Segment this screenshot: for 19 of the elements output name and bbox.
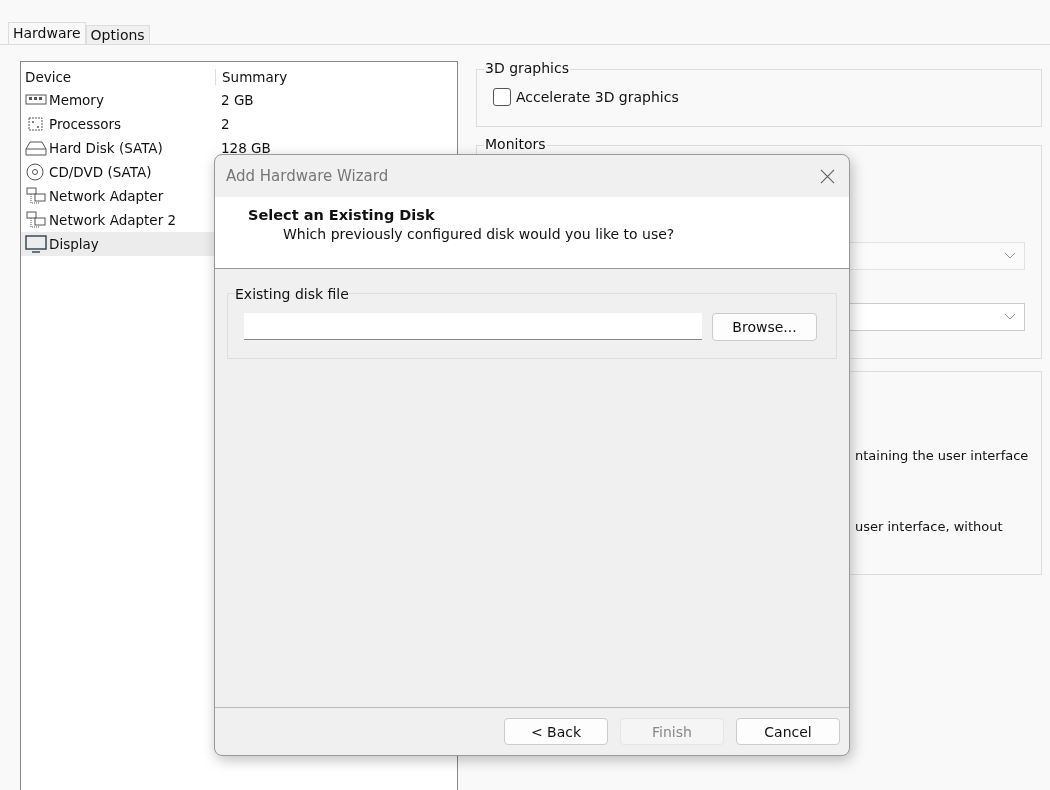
device-summary: 128 GB [220,140,271,156]
device-name: Processors [49,116,122,132]
device-name: Display [49,236,99,252]
heading: Select an Existing Disk [248,207,436,223]
device-name: Network Adapter 2 [49,212,177,228]
option-text: ntaining the user interface [855,448,1030,463]
group-title: Existing disk file [235,286,349,302]
subheading: Which previously configured disk would you like to use? [282,226,676,242]
device-name: Memory [49,92,104,108]
group-title: Monitors [484,136,547,152]
option-text: user interface, without [855,519,1004,534]
checkbox-label: Accelerate 3D graphics [516,89,679,105]
device-name: Network Adapter [49,188,164,204]
group-title: 3D graphics [484,60,570,76]
dialog-title: Add Hardware Wizard [226,167,389,185]
device-name: Hard Disk (SATA) [49,140,163,156]
device-summary: 2 GB [220,92,254,108]
device-summary: 2 [220,116,230,132]
device-name: CD/DVD (SATA) [49,164,152,180]
